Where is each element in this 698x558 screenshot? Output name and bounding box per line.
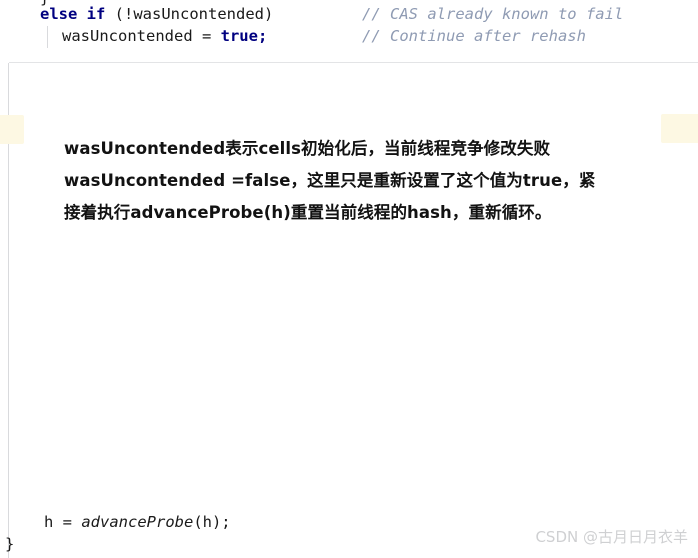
- note-line-2: wasUncontended =false，这里只是重新设置了这个值为true，…: [64, 171, 596, 190]
- csdn-watermark: CSDN @古月日月衣羊: [535, 528, 688, 546]
- gutter-rule: [8, 0, 9, 558]
- code-call-args: (h);: [193, 513, 231, 531]
- keyword-else: else: [40, 5, 78, 23]
- explanation-note: wasUncontended表示cells初始化后，当前线程竞争修改失败 was…: [64, 133, 644, 229]
- code-comment-cas: // CAS already known to fail: [362, 5, 624, 23]
- code-line-advance-probe: h = advanceProbe(h);: [44, 511, 231, 533]
- code-space-1: [77, 5, 86, 23]
- indent-guide: [47, 26, 48, 48]
- horizontal-separator: [9, 62, 698, 63]
- note-line-3: 接着执行advanceProbe(h)重置当前线程的hash，重新循环。: [64, 203, 552, 222]
- note-line-1: wasUncontended表示cells初始化后，当前线程竞争修改失败: [64, 139, 551, 158]
- code-assign-h: h =: [44, 513, 82, 531]
- code-semicolon: ;: [257, 27, 268, 45]
- code-assign-identifier: wasUncontended =: [62, 27, 221, 45]
- code-line-assign-true: wasUncontended = true;: [62, 25, 267, 47]
- highlight-marker-left: [0, 115, 24, 144]
- code-line-else-if: else if (!wasUncontended): [40, 3, 273, 25]
- code-line-closing-brace: }: [5, 535, 15, 553]
- highlight-marker-right: [661, 114, 698, 143]
- code-condition: (!wasUncontended): [105, 5, 274, 23]
- code-block-top: } else if (!wasUncontended) // CAS alrea…: [0, 0, 698, 63]
- page-root: } else if (!wasUncontended) // CAS alrea…: [0, 0, 698, 558]
- code-call-advance-probe: advanceProbe: [81, 513, 194, 531]
- keyword-if: if: [86, 5, 106, 23]
- code-comment-continue: // Continue after rehash: [362, 27, 586, 45]
- keyword-true: true: [220, 27, 258, 45]
